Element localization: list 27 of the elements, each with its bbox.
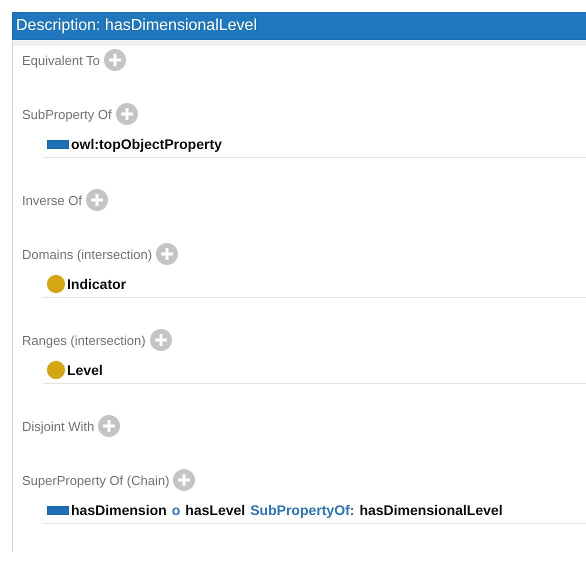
entity-name: Level (67, 362, 103, 378)
section-label: Domains (intersection) (22, 246, 152, 262)
property-icon (47, 140, 69, 148)
add-icon[interactable] (86, 189, 108, 211)
section-label: Inverse Of (22, 192, 82, 208)
property-icon (47, 506, 69, 514)
panel-title: Description: hasDimensionalLevel (12, 12, 586, 40)
section-label: Ranges (intersection) (22, 332, 146, 348)
section-label: Equivalent To (22, 52, 100, 68)
entity-name: hasLevel (185, 502, 246, 518)
add-icon[interactable] (173, 469, 196, 491)
entity-name: hasDimensionalLevel (359, 502, 503, 518)
section-label: SuperProperty Of (Chain) (22, 472, 170, 488)
entity-name: hasDimension (71, 502, 167, 518)
class-icon (47, 275, 65, 293)
add-icon[interactable] (156, 243, 178, 265)
keyword-text: o (172, 502, 180, 518)
entity-name: owl:topObjectProperty (71, 136, 222, 152)
section-label: SubProperty Of (22, 106, 112, 122)
section-label: Disjoint With (22, 418, 94, 434)
class-icon (47, 361, 65, 379)
add-icon[interactable] (98, 415, 120, 437)
add-icon[interactable] (104, 49, 126, 71)
add-icon[interactable] (116, 103, 138, 125)
entity-name: Indicator (67, 276, 126, 292)
keyword-text: SubPropertyOf: (250, 502, 354, 518)
add-icon[interactable] (150, 329, 172, 351)
